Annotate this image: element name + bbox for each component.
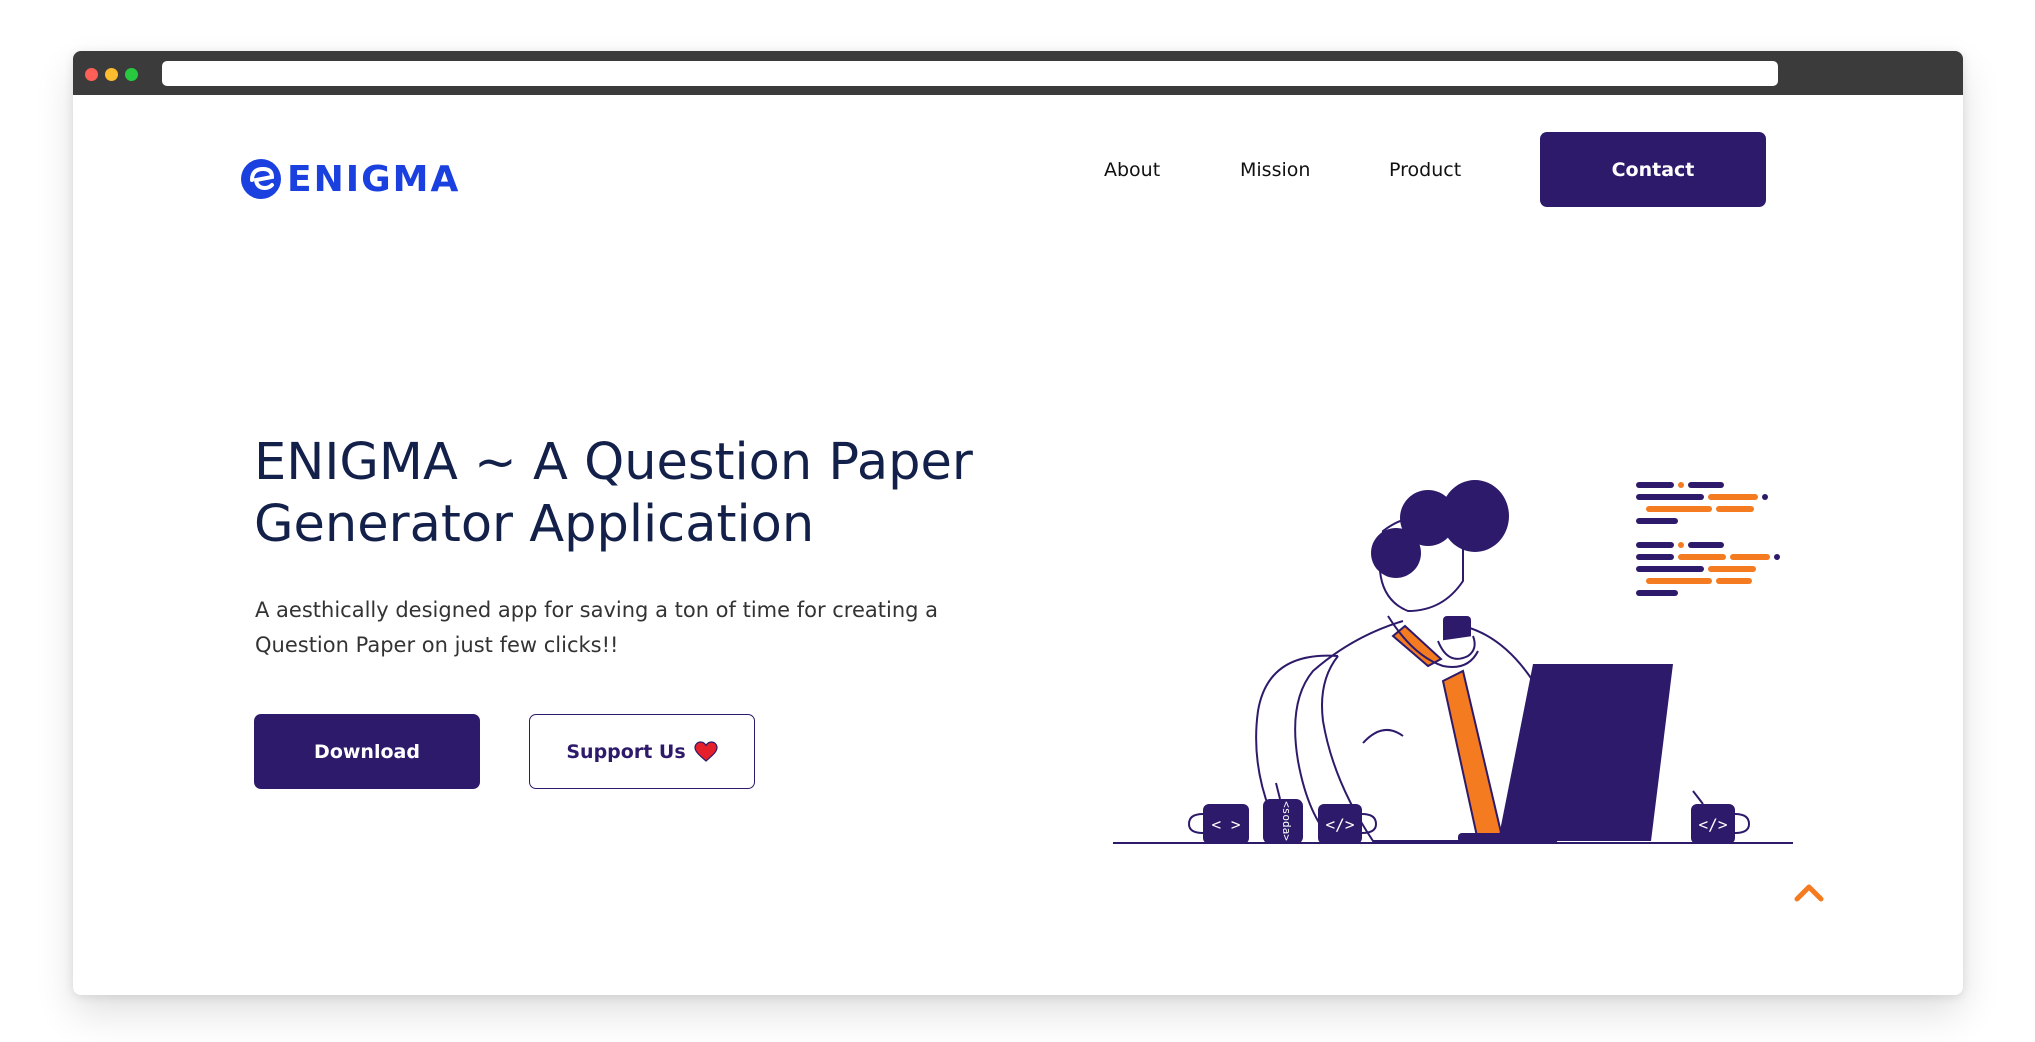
soda-can: <soda> <box>1263 782 1303 844</box>
nav-product[interactable]: Product <box>1389 159 1461 181</box>
browser-window: ENIGMA About Mission Product Contact ENI… <box>73 51 1963 995</box>
brand-name: ENIGMA <box>287 158 461 200</box>
support-us-button[interactable]: Support Us <box>529 714 755 789</box>
contact-button[interactable]: Contact <box>1540 132 1766 207</box>
mug-right-label: </> <box>1699 815 1728 834</box>
mug-left-label: < > <box>1212 815 1241 834</box>
logo-icon <box>241 159 281 199</box>
minimize-window-dot[interactable] <box>105 68 118 81</box>
mug-middle: </> <box>1318 804 1378 844</box>
heart-icon <box>694 740 718 762</box>
chevron-up-icon[interactable] <box>1793 881 1825 903</box>
soda-can-label: <soda> <box>1280 801 1293 841</box>
maximize-window-dot[interactable] <box>125 68 138 81</box>
address-bar[interactable] <box>162 61 1778 86</box>
mug-right: </> <box>1691 790 1751 844</box>
browser-toolbar <box>73 51 1963 95</box>
code-lines-bottom <box>1636 542 1780 596</box>
download-button[interactable]: Download <box>254 714 480 789</box>
mug-middle-label: </> <box>1326 815 1355 834</box>
support-us-label: Support Us <box>566 740 686 763</box>
hero-title: ENIGMA ~ A Question Paper Generator Appl… <box>254 433 973 554</box>
nav-about[interactable]: About <box>1104 159 1160 181</box>
close-window-dot[interactable] <box>85 68 98 81</box>
nav-mission[interactable]: Mission <box>1240 159 1310 181</box>
hero-illustration: < > <soda> </> </> <box>1113 480 1793 844</box>
code-lines-top <box>1636 482 1768 524</box>
mug-left: < > <box>1187 804 1249 844</box>
brand-logo[interactable]: ENIGMA <box>239 153 460 205</box>
hero-description: A aesthically designed app for saving a … <box>255 598 939 657</box>
person-tie <box>1441 669 1505 842</box>
